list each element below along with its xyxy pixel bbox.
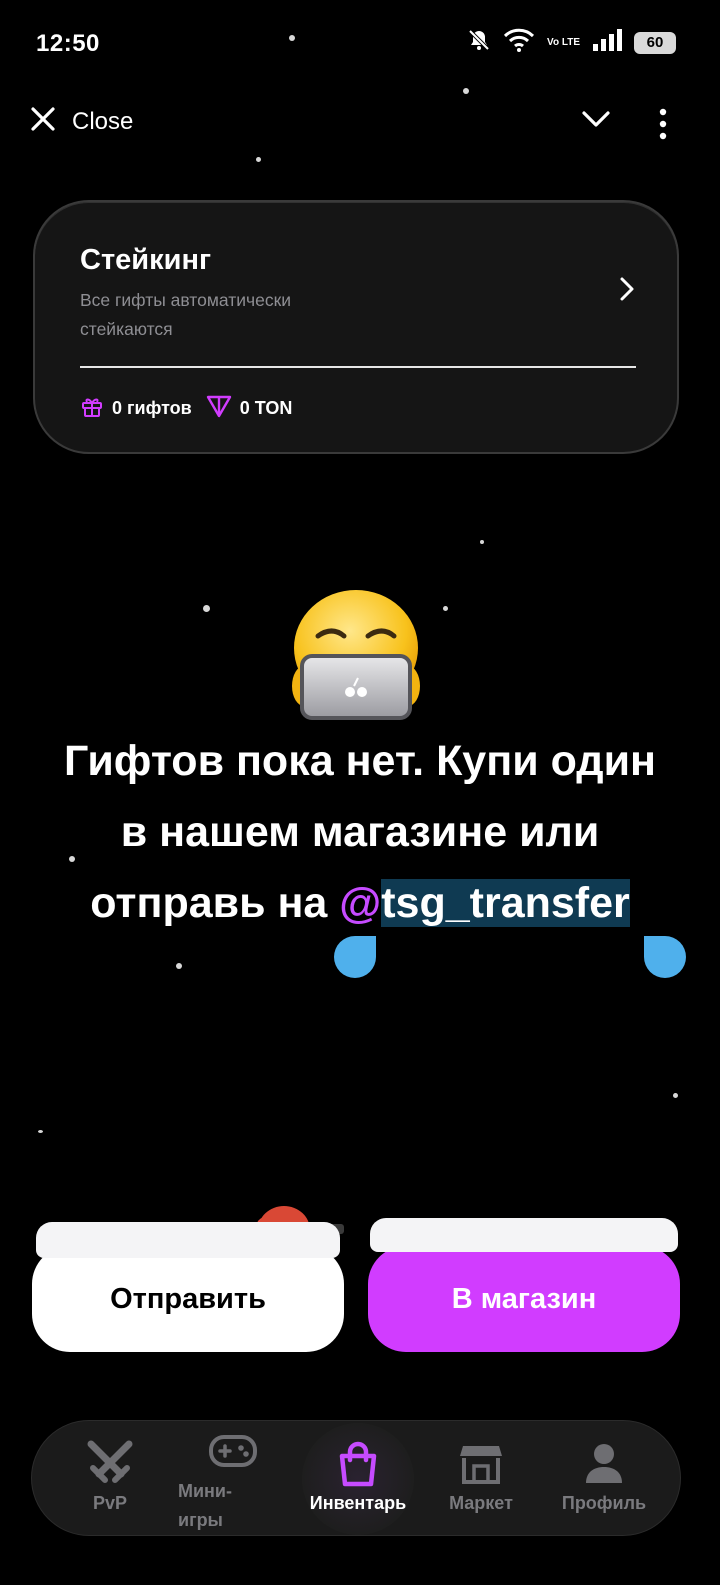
battery-indicator: 60 — [634, 31, 676, 54]
gifts-stat: 0 гифтов — [80, 394, 192, 423]
selection-handle-start[interactable] — [334, 936, 376, 978]
collapse-button[interactable] — [582, 110, 610, 133]
close-icon — [30, 106, 56, 137]
duck-with-laptop-icon — [288, 586, 424, 722]
selection-handle-end[interactable] — [644, 936, 686, 978]
close-button[interactable]: Close — [30, 106, 133, 137]
more-options-button[interactable] — [656, 108, 670, 145]
top-bar: Close — [0, 100, 720, 150]
staking-title: Стейкинг — [80, 244, 212, 276]
clock: 12:50 — [36, 30, 100, 57]
crossed-swords-icon — [85, 1437, 135, 1489]
nav-label-market: Маркет — [449, 1493, 513, 1513]
empty-line-1: Гифтов пока нет. Купи один — [64, 737, 656, 785]
gift-icon — [80, 394, 104, 423]
mention-at: @ — [339, 879, 382, 927]
volte-indicator: Vo LTE — [547, 36, 580, 48]
nav-item-market[interactable]: Маркет — [436, 1421, 526, 1537]
status-icons: Vo LTE 60 — [467, 28, 676, 57]
chevron-down-icon — [582, 111, 610, 132]
snowflake — [256, 157, 261, 162]
chevron-right-icon — [619, 277, 635, 306]
nav-label-profile: Профиль — [561, 1493, 647, 1513]
nav-item-pvp[interactable]: PvP — [70, 1421, 150, 1537]
snow-cap-decoration — [36, 1222, 340, 1258]
snowflake — [176, 963, 182, 969]
close-label: Close — [72, 107, 134, 135]
snow-cap-decoration — [370, 1218, 678, 1252]
gifts-count: 0 гифтов — [112, 398, 192, 418]
ton-icon — [206, 394, 232, 423]
shopping-bag-icon — [333, 1437, 383, 1489]
selected-handle-text: tsg_transfer — [381, 879, 630, 927]
nav-item-profile[interactable]: Профиль — [552, 1421, 656, 1537]
ton-stat: 0 TON — [206, 394, 293, 423]
snowflake — [203, 605, 210, 612]
nav-label-minigames: Мини-игры — [178, 1481, 232, 1530]
card-divider — [80, 366, 636, 368]
ton-amount: 0 TON — [239, 398, 293, 418]
snowflake — [38, 1130, 43, 1133]
empty-line-2: в нашем магазине или — [120, 808, 600, 856]
send-button[interactable]: Отправить — [32, 1246, 344, 1352]
storefront-icon — [458, 1437, 504, 1489]
gamepad-icon — [172, 1425, 258, 1477]
staking-card[interactable]: Стейкинг Все гифты автоматически стейкаю… — [33, 200, 679, 454]
nav-label-pvp: PvP — [92, 1493, 128, 1513]
status-bar: 12:50 Vo LTE 60 — [0, 0, 720, 90]
snowflake — [443, 606, 448, 611]
empty-line-3-prefix: отправь на — [90, 879, 340, 927]
empty-inventory-message: Гифтов пока нет. Купи один в нашем магаз… — [20, 726, 700, 939]
bell-muted-icon — [467, 28, 491, 57]
nav-item-inventory[interactable]: Инвентарь — [298, 1421, 418, 1537]
transfer-handle-link[interactable]: @tsg_transfer — [339, 879, 630, 927]
snowflake — [673, 1093, 678, 1098]
empty-line-3: отправь на @tsg_transfer — [20, 868, 700, 939]
shop-button[interactable]: В магазин — [368, 1246, 680, 1352]
nav-item-minigames[interactable]: Мини-игры — [172, 1421, 292, 1537]
nav-label-inventory: Инвентарь — [309, 1493, 407, 1513]
staking-subtitle: Все гифты автоматически стейкаются — [80, 290, 292, 339]
snowflake — [480, 540, 484, 544]
staking-open-button[interactable] — [619, 276, 635, 307]
signal-icon — [592, 28, 622, 57]
bottom-navigation: PvP Мини-игры Инвентарь Маркет Профиль — [31, 1420, 681, 1536]
user-icon — [583, 1437, 625, 1489]
more-vertical-icon — [656, 108, 670, 144]
staking-stats: 0 гифтов 0 TON — [80, 394, 292, 423]
wifi-icon — [503, 28, 535, 57]
